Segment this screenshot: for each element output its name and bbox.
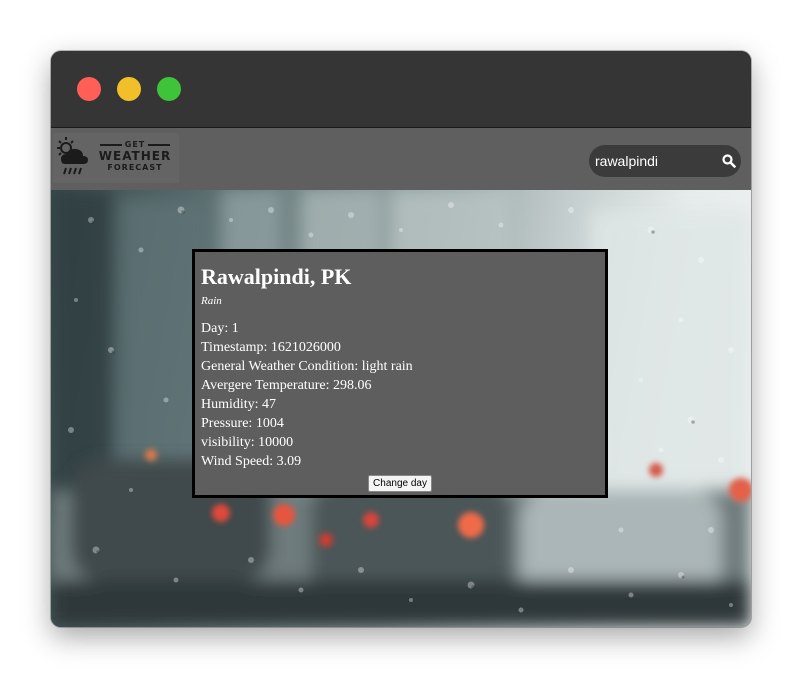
search-input[interactable] <box>595 149 713 173</box>
search-icon[interactable] <box>722 154 736 168</box>
maximize-window-button[interactable] <box>157 77 181 101</box>
minimize-window-button[interactable] <box>117 77 141 101</box>
stat-day: Day: 1 <box>201 321 239 336</box>
logo-text: GET WEATHER FORECAST <box>93 141 177 172</box>
change-day-button[interactable]: Change day <box>368 475 432 492</box>
weather-condition: Rain <box>201 295 222 307</box>
logo-line-weather: WEATHER <box>98 149 172 163</box>
stat-average-temperature: Avergere Temperature: 298.06 <box>201 378 372 393</box>
app-logo[interactable]: GET WEATHER FORECAST <box>53 133 179 183</box>
stat-visibility: visibility: 10000 <box>201 435 294 450</box>
stat-general-condition: General Weather Condition: light rain <box>201 359 413 374</box>
button-row: Change day <box>201 473 599 492</box>
sun-cloud-rain-icon <box>57 137 88 175</box>
title-bar <box>51 51 751 128</box>
main-content: Rawalpindi, PK Rain Day: 1 Timestamp: 16… <box>51 190 751 627</box>
stat-pressure: Pressure: 1004 <box>201 416 284 431</box>
logo-line-get: GET <box>93 141 177 149</box>
stat-humidity: Humidity: 47 <box>201 397 277 412</box>
search-bar <box>589 145 741 177</box>
stat-timestamp: Timestamp: 1621026000 <box>201 340 341 355</box>
stat-wind-speed: Wind Speed: 3.09 <box>201 454 302 469</box>
browser-window: GET WEATHER FORECAST rawalpindi Rawalpin… <box>51 51 751 627</box>
logo-line-forecast: FORECAST <box>107 163 163 172</box>
city-title: Rawalpindi, PK <box>201 264 352 289</box>
weather-card: Rawalpindi, PK Rain Day: 1 Timestamp: 16… <box>192 249 608 498</box>
weather-stats: Day: 1 Timestamp: 1621026000 General Wea… <box>201 319 599 471</box>
navbar: GET WEATHER FORECAST <box>51 128 751 190</box>
close-window-button[interactable] <box>77 77 101 101</box>
